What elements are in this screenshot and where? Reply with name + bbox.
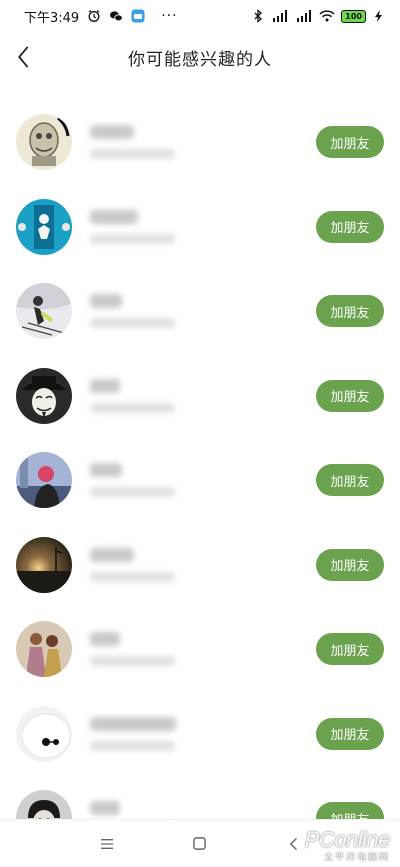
blurred-subtitle [90, 487, 175, 498]
blurred-name [90, 801, 120, 816]
wifi-icon [319, 9, 335, 23]
status-bar: 下午3:49 ··· 100 [0, 0, 400, 32]
list-item: 加朋友 [0, 185, 400, 270]
back-icon [18, 46, 29, 68]
blurred-subtitle [90, 402, 175, 413]
blurred-name [90, 632, 120, 647]
add-friend-button[interactable]: 加朋友 [316, 126, 384, 159]
nav-back-icon [289, 837, 297, 850]
avatar[interactable] [16, 114, 72, 171]
blurred-subtitle [90, 149, 175, 160]
avatar[interactable] [16, 283, 72, 340]
list-item: 加朋友 [0, 607, 400, 692]
add-friend-button[interactable]: 加朋友 [316, 295, 384, 328]
blurred-subtitle [90, 233, 175, 244]
blurred-subtitle [90, 571, 175, 582]
status-right: 100 [251, 9, 386, 23]
blurred-name [90, 547, 134, 562]
menu-icon [100, 838, 113, 849]
charging-icon [372, 9, 386, 23]
signal-icon [271, 9, 289, 23]
add-friend-button[interactable]: 加朋友 [316, 717, 384, 750]
watermark: PConline 太平洋电脑网 [305, 827, 391, 863]
more-indicator: ··· [161, 8, 178, 24]
avatar[interactable] [16, 452, 72, 509]
avatar[interactable] [16, 198, 72, 255]
suggestion-list: 加朋友 加朋友 加朋友 加朋友 加朋友 加朋友 加朋友 加朋友 [0, 100, 400, 861]
app-icon [131, 9, 145, 23]
add-friend-button[interactable]: 加朋友 [316, 379, 384, 412]
add-friend-button[interactable]: 加朋友 [316, 633, 384, 666]
header: 你可能感兴趣的人 [0, 32, 400, 82]
blurred-name [90, 294, 122, 309]
add-friend-button[interactable]: 加朋友 [316, 464, 384, 497]
list-item: 加朋友 [0, 100, 400, 185]
avatar[interactable] [16, 367, 72, 424]
avatar[interactable] [16, 536, 72, 593]
home-icon [193, 837, 207, 850]
list-item: 加朋友 [0, 269, 400, 354]
blurred-subtitle [90, 656, 175, 667]
list-item: 加朋友 [0, 523, 400, 608]
page-title: 你可能感兴趣的人 [128, 49, 272, 70]
blurred-name [90, 378, 120, 393]
add-friend-button[interactable]: 加朋友 [316, 210, 384, 243]
signal-icon [295, 9, 313, 23]
back-button[interactable] [8, 40, 40, 74]
alarm-icon [87, 9, 101, 23]
home-button[interactable] [180, 824, 220, 864]
battery-indicator: 100 [341, 9, 366, 23]
blurred-subtitle [90, 740, 175, 751]
wechat-icon [109, 9, 123, 23]
menu-button[interactable] [87, 824, 127, 864]
blurred-name [90, 125, 134, 140]
avatar[interactable] [16, 705, 72, 762]
add-friend-button[interactable]: 加朋友 [316, 548, 384, 581]
blurred-name [90, 209, 138, 224]
list-item: 加朋友 [0, 692, 400, 777]
avatar[interactable] [16, 621, 72, 678]
list-item: 加朋友 [0, 354, 400, 439]
blurred-name [90, 716, 176, 731]
bluetooth-icon [251, 9, 265, 23]
list-item: 加朋友 [0, 438, 400, 523]
blurred-name [90, 463, 122, 478]
status-time: 下午3:49 [24, 10, 80, 26]
blurred-subtitle [90, 318, 175, 329]
status-left: 下午3:49 ··· [24, 7, 178, 26]
